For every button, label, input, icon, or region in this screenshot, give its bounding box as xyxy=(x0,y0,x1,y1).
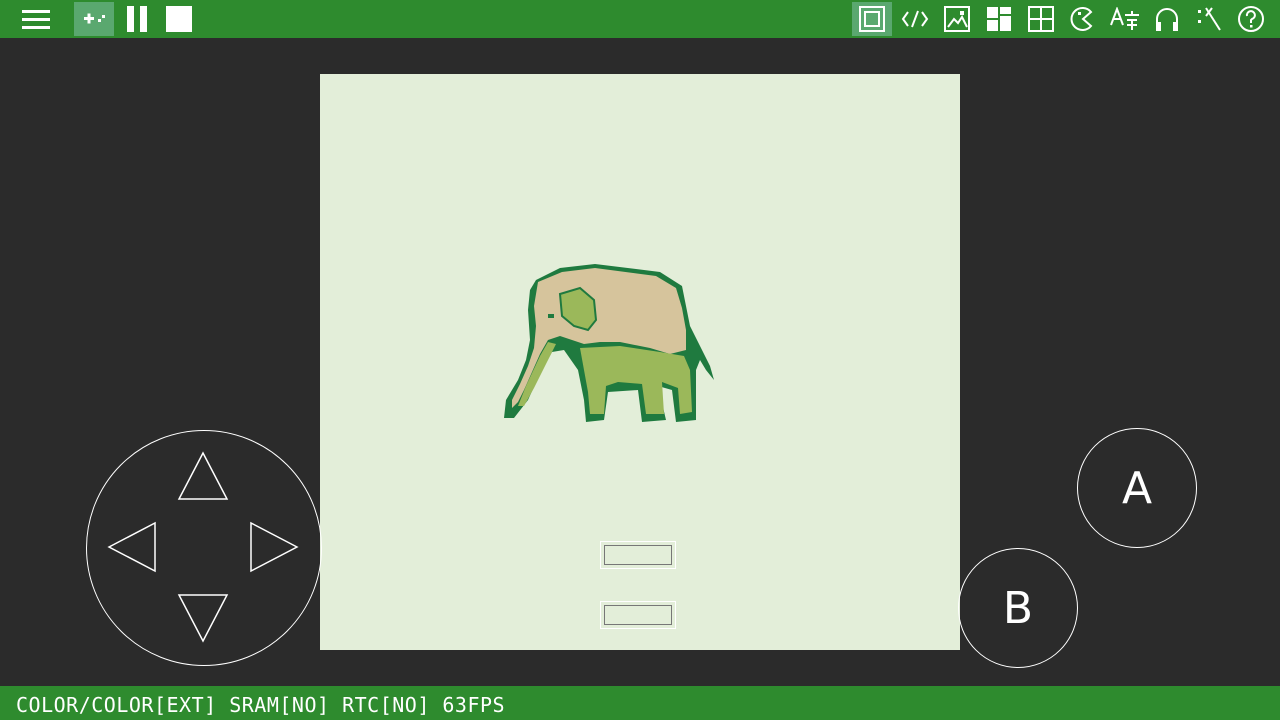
a-button-label: A xyxy=(1121,462,1153,514)
gamepad-button[interactable] xyxy=(74,2,114,36)
up-arrow-icon[interactable] xyxy=(177,451,229,501)
stop-icon xyxy=(166,6,192,32)
menu-button[interactable] xyxy=(16,2,56,36)
translate-icon xyxy=(1110,7,1139,30)
screen-icon xyxy=(859,6,885,32)
top-toolbar xyxy=(0,0,1280,38)
dpad[interactable] xyxy=(86,430,322,666)
pause-button[interactable] xyxy=(117,2,157,36)
stop-button[interactable] xyxy=(159,2,199,36)
cheat-icon xyxy=(1198,7,1221,31)
image-icon xyxy=(944,6,970,32)
elephant-image xyxy=(504,264,714,422)
game-screen[interactable] xyxy=(320,74,960,650)
screen-button[interactable] xyxy=(852,2,892,36)
menu-icon xyxy=(22,10,50,29)
layout-icon xyxy=(987,7,1011,31)
code-icon xyxy=(901,10,929,28)
headphones-button[interactable] xyxy=(1147,2,1187,36)
code-button[interactable] xyxy=(895,2,935,36)
left-arrow-icon[interactable] xyxy=(107,521,157,573)
layout-button[interactable] xyxy=(979,2,1019,36)
b-button[interactable]: B xyxy=(958,548,1078,668)
headphones-icon xyxy=(1156,8,1178,31)
a-button[interactable]: A xyxy=(1077,428,1197,548)
image-button[interactable] xyxy=(937,2,977,36)
translate-button[interactable] xyxy=(1105,2,1145,36)
pacman-button[interactable] xyxy=(1063,2,1103,36)
start-button[interactable] xyxy=(600,601,676,629)
help-button[interactable] xyxy=(1231,2,1271,36)
grid-button[interactable] xyxy=(1021,2,1061,36)
pacman-icon xyxy=(1070,7,1093,31)
gamepad-icon xyxy=(84,13,105,24)
right-arrow-icon[interactable] xyxy=(249,521,299,573)
select-button[interactable] xyxy=(600,541,676,569)
pause-icon xyxy=(127,6,147,32)
status-text: COLOR/COLOR[EXT] SRAM[NO] RTC[NO] 63FPS xyxy=(16,693,506,717)
down-arrow-icon[interactable] xyxy=(177,593,229,643)
help-icon xyxy=(1238,6,1264,32)
grid-icon xyxy=(1028,6,1054,32)
status-bar: COLOR/COLOR[EXT] SRAM[NO] RTC[NO] 63FPS xyxy=(0,686,1280,720)
b-button-label: B xyxy=(1002,582,1034,634)
cheat-button[interactable] xyxy=(1189,2,1229,36)
